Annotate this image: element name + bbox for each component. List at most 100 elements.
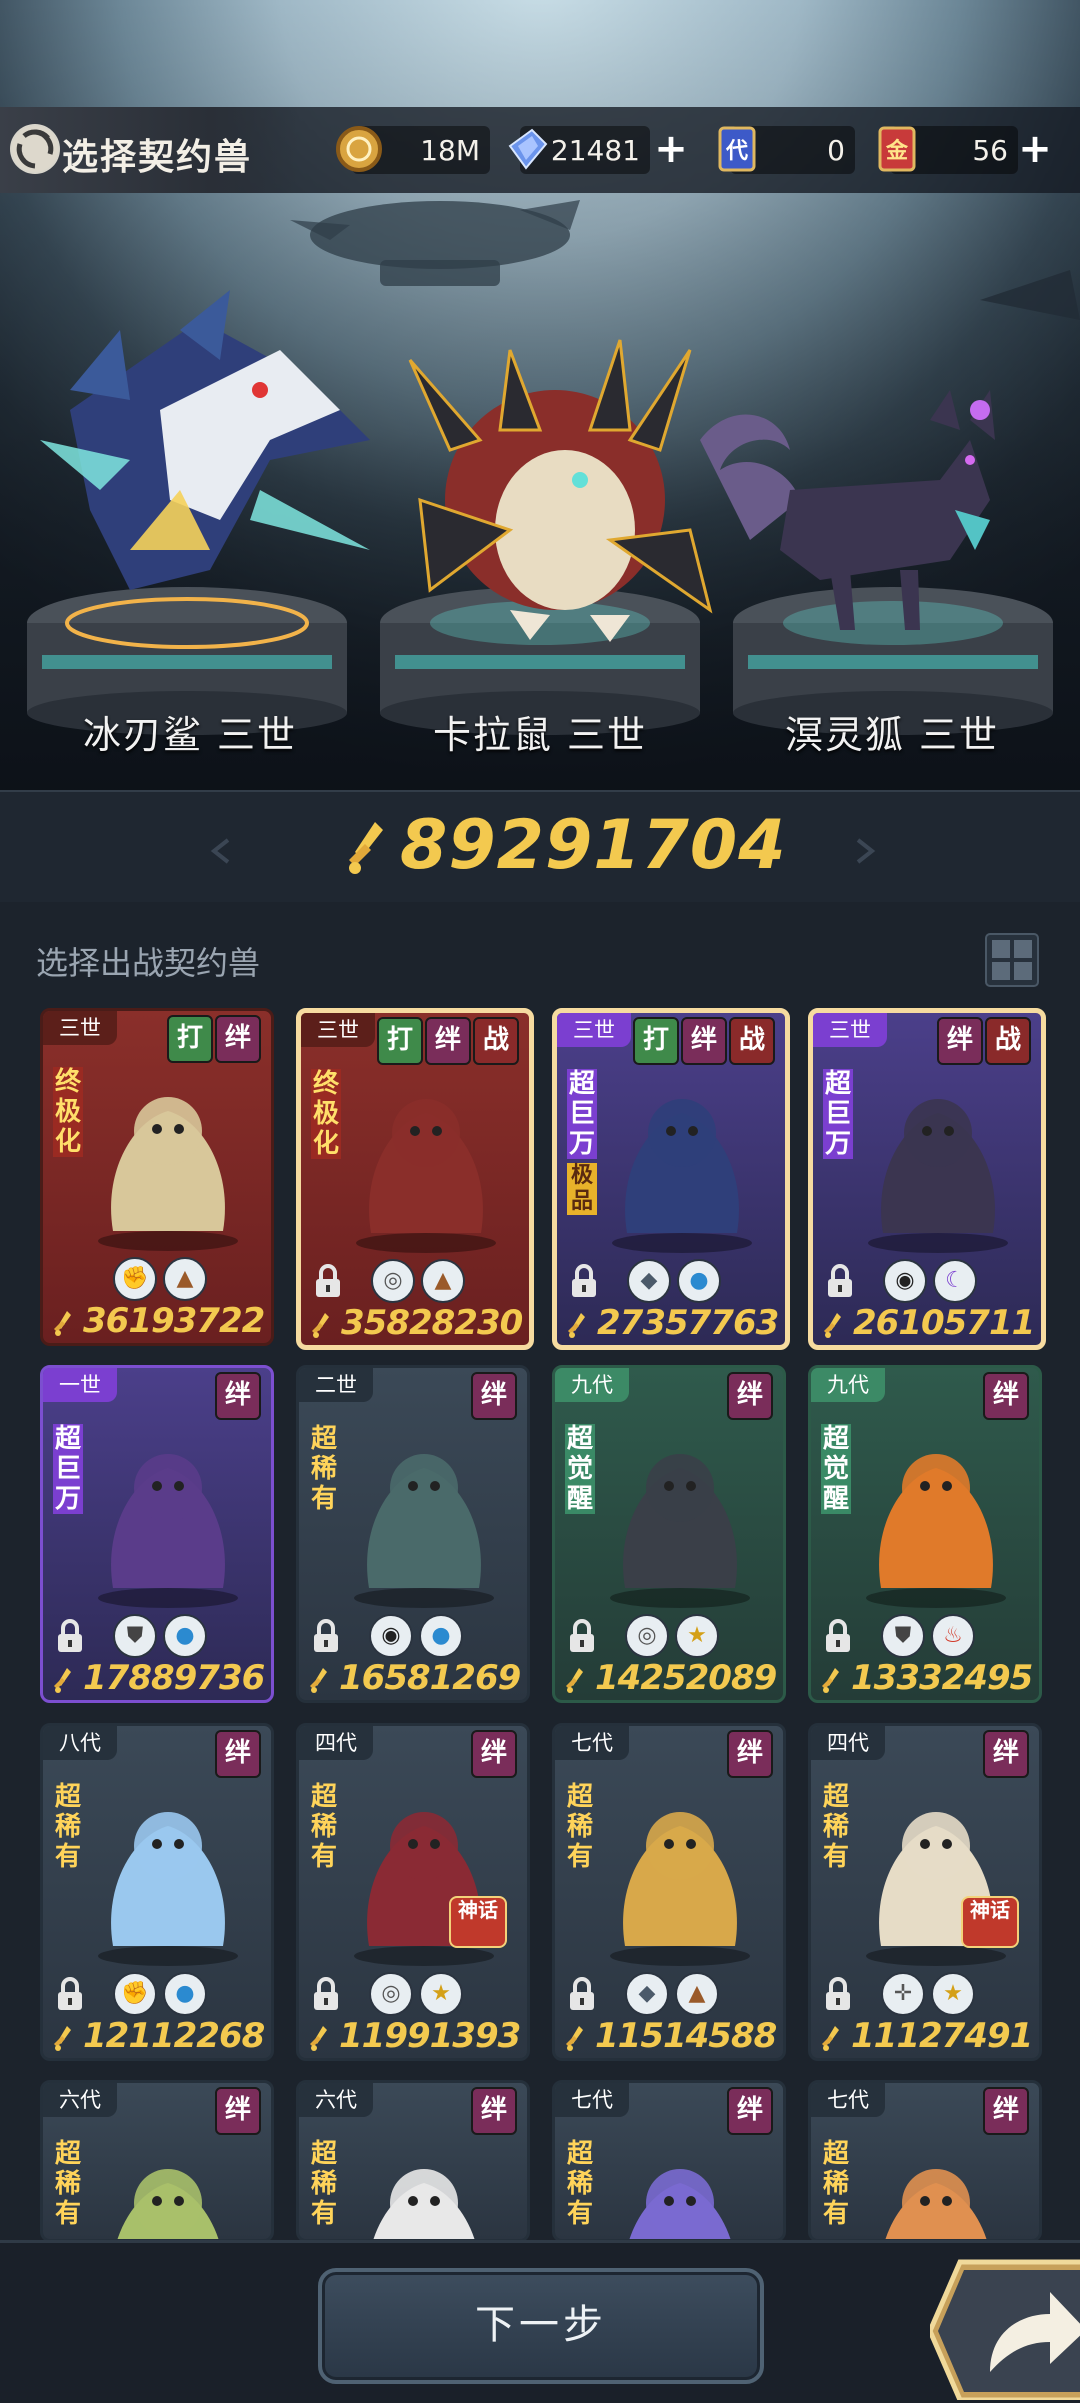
power-sword-icon: [566, 1668, 583, 1693]
beast-card[interactable]: 一世 超巨万 绊 ⛊ ● 17889736: [40, 1365, 274, 1703]
myth-badge: 神话: [449, 1896, 507, 1948]
tag-attack: 打: [167, 1015, 213, 1063]
lock-icon[interactable]: [311, 1618, 341, 1654]
beast-card[interactable]: 九代 超觉醒 绊 ⛊ ♨ 13332495: [808, 1365, 1042, 1703]
grid-view-icon[interactable]: [984, 932, 1040, 988]
jin-ticket-counter: 金 56: [878, 126, 1018, 174]
tag-bond: 绊: [727, 1730, 773, 1778]
tag-bond: 绊: [983, 2087, 1029, 2135]
tag-battle: 战: [729, 1017, 775, 1065]
water-icon: ●: [677, 1259, 721, 1303]
lock-icon[interactable]: [823, 1618, 853, 1654]
tag-bond: 绊: [983, 1372, 1029, 1420]
page-title: 选择契约兽: [62, 137, 253, 178]
beast-power-value: 36193722: [83, 1301, 265, 1341]
beast-power-value: 35828230: [341, 1303, 523, 1343]
beast-power: 27357763: [557, 1301, 785, 1345]
power-sword-icon: [310, 1668, 327, 1693]
rank-label: 超稀有: [54, 2139, 81, 2229]
generation-badge: 二世: [299, 1368, 373, 1402]
beast-power-value: 14252089: [595, 1658, 777, 1698]
add-crystal-button[interactable]: +: [650, 128, 692, 172]
beast-card[interactable]: 三世 终极化 打绊 ✊ ▲ 36193722: [40, 1008, 274, 1346]
tag-battle: 战: [985, 1017, 1031, 1065]
lock-icon[interactable]: [567, 1976, 597, 2012]
tag-bond: 绊: [215, 1372, 261, 1420]
beast-portrait: [866, 1454, 1006, 1608]
blade-icon: ◆: [625, 1972, 669, 2016]
power-sword-icon: [822, 2026, 839, 2051]
coin-counter: 18M: [336, 126, 490, 174]
beast-power: 17889736: [43, 1656, 271, 1700]
rank-label: 超稀有: [310, 1424, 337, 1514]
generation-badge: 六代: [299, 2083, 373, 2117]
water-icon: ●: [163, 1972, 207, 2016]
lock-icon[interactable]: [825, 1263, 855, 1299]
beast-card[interactable]: 八代 超稀有 绊 ✊ ● 12112268: [40, 1723, 274, 2061]
star-icon: ★: [675, 1614, 719, 1658]
blue-crystal-icon: [508, 128, 548, 170]
beast-card[interactable]: 六代超稀有 绊: [40, 2080, 274, 2242]
earth-icon: ▲: [421, 1259, 465, 1303]
share-arrow-button[interactable]: [930, 2252, 1080, 2400]
beast-card[interactable]: 三世 超巨万 极品 打绊战 ◆ ● 27357763: [552, 1008, 790, 1350]
power-sword-icon: [349, 822, 383, 874]
generation-badge: 八代: [43, 1726, 117, 1760]
fire-icon: ♨: [931, 1614, 975, 1658]
beast-portrait: [354, 1454, 494, 1608]
lock-icon[interactable]: [311, 1976, 341, 2012]
generation-badge: 七代: [811, 2083, 885, 2117]
earth-icon: ▲: [163, 1257, 207, 1301]
nether-spirit-fox-figure[interactable]: [690, 380, 1020, 640]
lock-icon[interactable]: [313, 1263, 343, 1299]
power-sword-icon: [824, 1313, 841, 1338]
power-sword-icon: [54, 2026, 71, 2051]
tag-bond: 绊: [215, 2087, 261, 2135]
beast-card[interactable]: 六代 超稀有 绊: [296, 2080, 530, 2242]
beast-card[interactable]: 七代 超稀有 绊: [808, 2080, 1042, 2242]
beast-portrait: [885, 2169, 987, 2239]
power-sword-icon: [568, 1313, 585, 1338]
kala-mouse-figure[interactable]: [390, 330, 720, 650]
tag-attack: 打: [377, 1017, 423, 1065]
star-icon: ★: [931, 1972, 975, 2016]
tag-bond: 绊: [937, 1017, 983, 1065]
tag-bond: 绊: [471, 2087, 517, 2135]
lock-icon[interactable]: [55, 1976, 85, 2012]
rank-label: 终极化: [311, 1069, 341, 1159]
beast-card[interactable]: 三世 终极化 打绊战 ◎ ▲ 35828230: [296, 1008, 534, 1350]
rank-label: 超巨万: [567, 1069, 597, 1159]
tag-battle: 战: [473, 1017, 519, 1065]
beast-card[interactable]: 四代 超稀有 神话 绊 ◎ ★ 11991393: [296, 1723, 530, 2061]
myth-badge: 神话: [961, 1896, 1019, 1948]
beast-card[interactable]: 二世 超稀有 绊 ◉ ● 16581269: [296, 1365, 530, 1703]
lock-icon[interactable]: [823, 1976, 853, 2012]
beast-power: 12112268: [43, 2014, 271, 2058]
generation-badge: 七代: [555, 1726, 629, 1760]
svg-text:代: 代: [725, 139, 748, 164]
beast-card[interactable]: 七代超稀有 绊 ◆ ▲ 11514588: [552, 1723, 786, 2061]
beast-card[interactable]: 七代 超稀有 绊: [552, 2080, 786, 2242]
generation-badge: 三世: [301, 1013, 375, 1047]
beast-power-value: 11514588: [595, 2016, 777, 2056]
coin-icon: [336, 126, 382, 172]
tag-bond: 绊: [215, 1015, 261, 1063]
contract-swirl-icon: [10, 124, 60, 174]
lock-icon[interactable]: [55, 1618, 85, 1654]
shield-ring-icon: ◎: [625, 1614, 669, 1658]
earth-icon: ▲: [675, 1972, 719, 2016]
beast-card[interactable]: 九代 超觉醒 绊 ◎ ★ 14252089: [552, 1365, 786, 1703]
rank-label: 超稀有: [566, 1782, 593, 1872]
lock-icon[interactable]: [569, 1263, 599, 1299]
add-jin-ticket-button[interactable]: +: [1014, 128, 1056, 172]
beast-card[interactable]: 四代 超稀有 神话 绊 ✛ ★ 11127491: [808, 1723, 1042, 2061]
dai-ticket-counter: 代 0: [718, 126, 855, 174]
ice-blade-shark-figure[interactable]: [10, 290, 390, 620]
beast-power: 11514588: [555, 2014, 783, 2058]
beast-card[interactable]: 三世 超巨万 绊战 ◉ ☾ 26105711: [808, 1008, 1046, 1350]
power-sword-icon: [822, 1668, 839, 1693]
generation-badge: 六代: [43, 2083, 117, 2117]
quality-label: 极品: [567, 1163, 597, 1215]
crystal-counter: 21481: [508, 126, 650, 174]
lock-icon[interactable]: [567, 1618, 597, 1654]
